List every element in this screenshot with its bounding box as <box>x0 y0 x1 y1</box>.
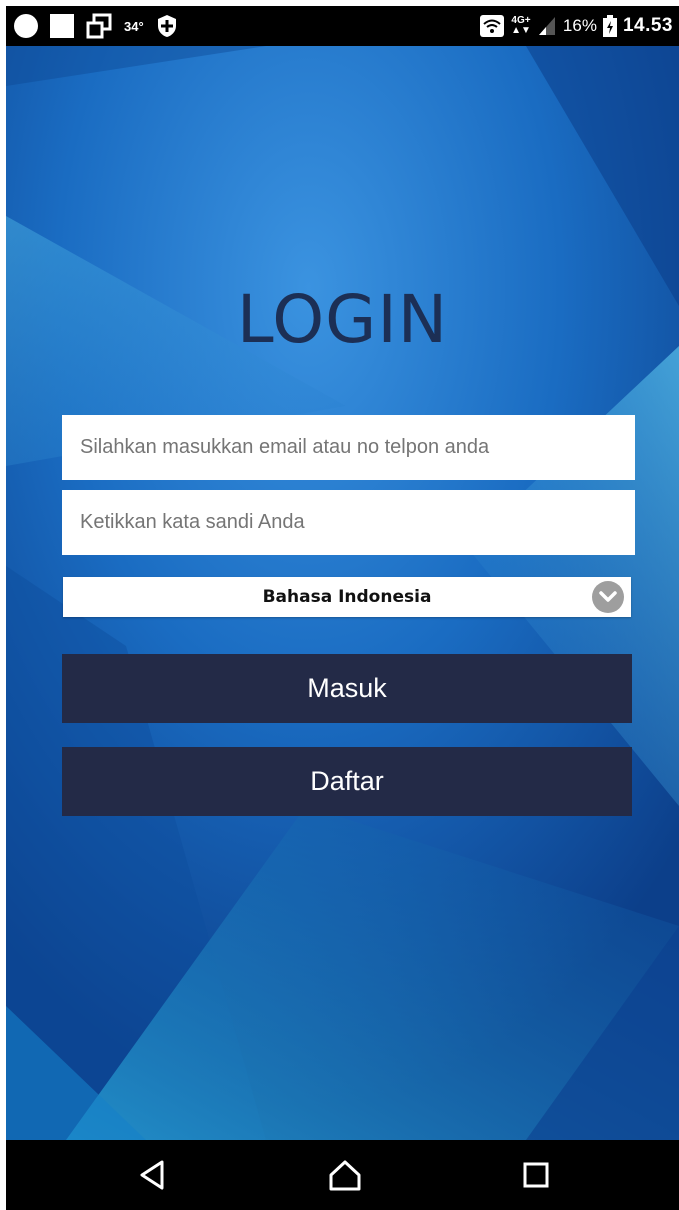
chevron-down-icon <box>592 581 624 613</box>
status-bar-right: 4G+ ▲▼ 16% 14.53 <box>479 6 673 46</box>
phone-screen: 34° 4G+ ▲▼ 16% 14.53 LOGIN Silahkan masu… <box>6 6 679 1210</box>
wifi-icon <box>480 15 505 37</box>
temperature-text: 34° <box>124 18 144 34</box>
language-selected-label: Bahasa Indonesia <box>262 587 432 607</box>
status-bar: 34° 4G+ ▲▼ 16% 14.53 <box>6 6 679 46</box>
signal-icon <box>538 17 555 35</box>
recent-apps-icon <box>523 1162 549 1188</box>
multi-window-icon <box>86 13 112 39</box>
email-field[interactable] <box>62 415 635 480</box>
language-select[interactable]: Bahasa Indonesia <box>63 577 631 617</box>
data-arrows-icon: ▲▼ <box>511 25 531 36</box>
shield-icon <box>157 15 176 37</box>
battery-percentage: 16% <box>562 16 597 35</box>
battery-icon <box>602 15 617 37</box>
square-notification-icon <box>50 14 74 38</box>
back-button[interactable] <box>130 1155 174 1195</box>
login-screen: LOGIN Bahasa Indonesia Masuk Daftar <box>6 46 679 1140</box>
home-icon <box>329 1160 361 1191</box>
circle-notification-icon <box>14 14 38 38</box>
login-button[interactable]: Masuk <box>62 654 632 723</box>
recent-apps-button[interactable] <box>514 1155 558 1195</box>
page-title: LOGIN <box>236 281 449 358</box>
register-button[interactable]: Daftar <box>62 747 632 816</box>
password-field[interactable] <box>62 490 635 555</box>
clock: 14.53 <box>622 15 673 36</box>
home-button[interactable] <box>323 1155 367 1195</box>
network-type-indicator: 4G+ ▲▼ <box>511 16 531 36</box>
status-bar-left: 34° <box>14 6 178 46</box>
navigation-bar <box>6 1140 679 1210</box>
back-icon <box>140 1160 164 1190</box>
